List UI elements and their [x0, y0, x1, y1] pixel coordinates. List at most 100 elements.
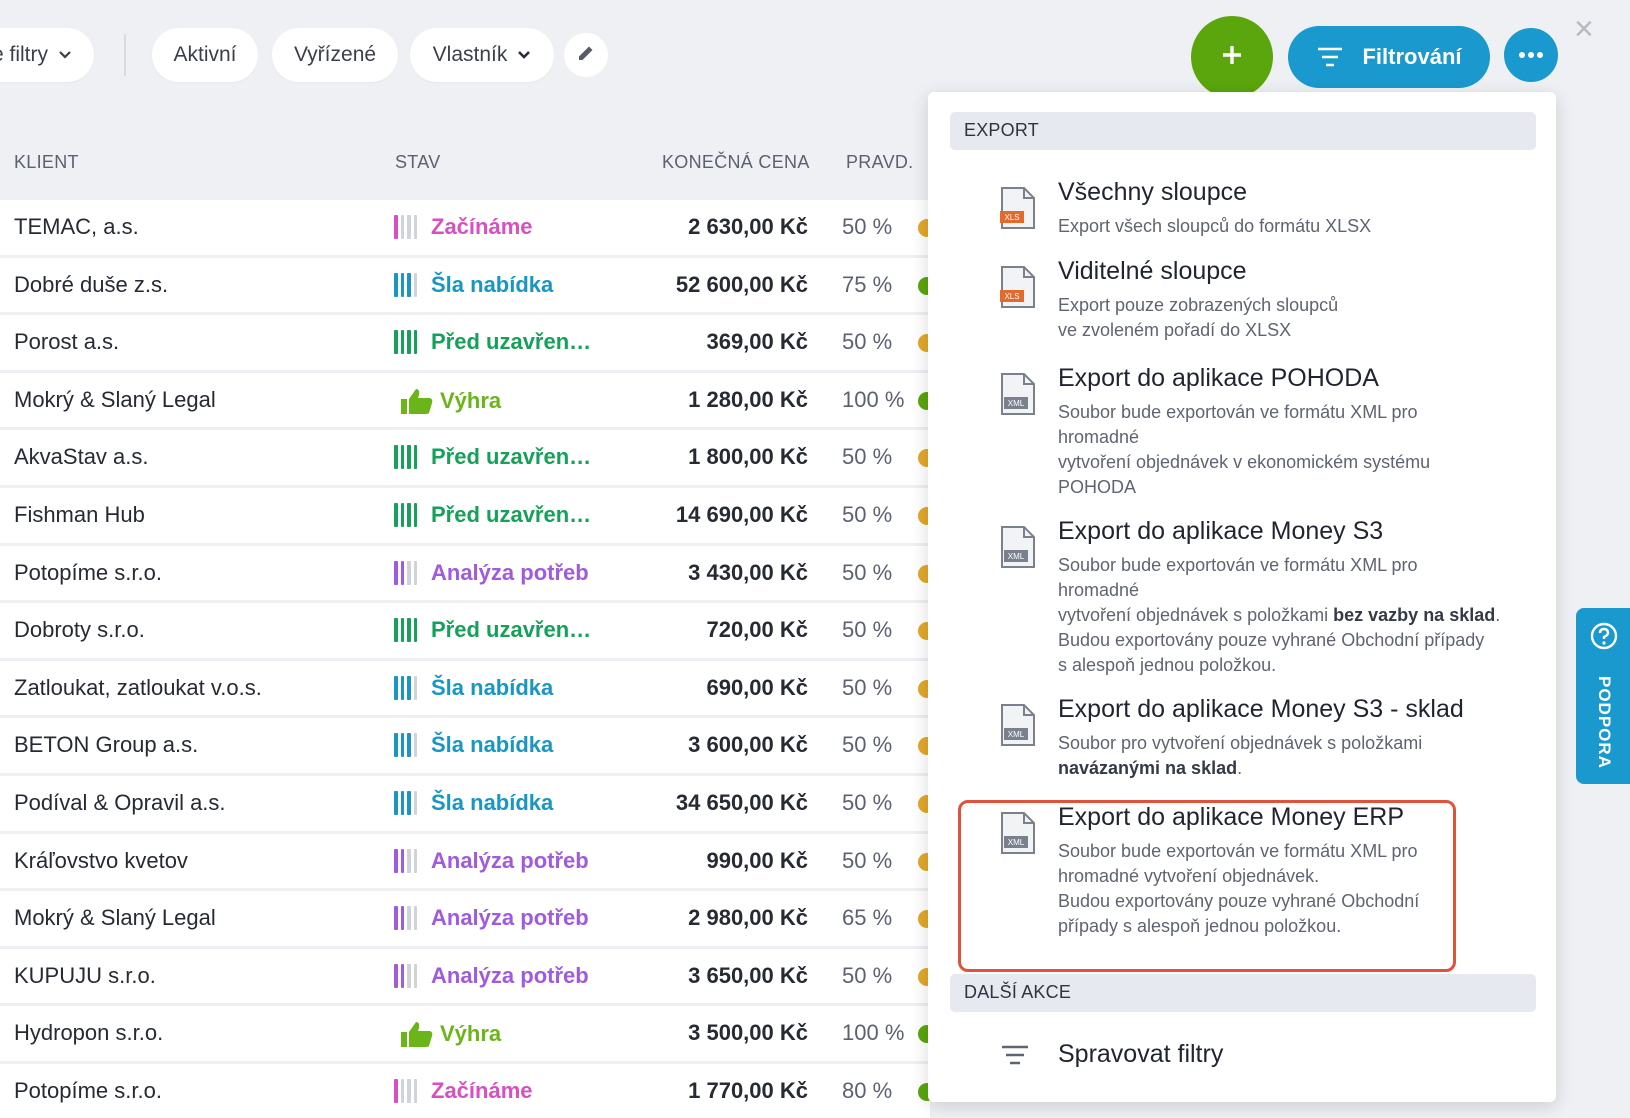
description-bold: navázanými na sklad	[1058, 758, 1238, 778]
probability: 75 %	[842, 271, 893, 297]
column-client[interactable]: KLIENT	[14, 152, 79, 173]
filtering-button[interactable]: Filtrování	[1288, 26, 1490, 88]
saved-filters-dropdown[interactable]: e filtry	[0, 28, 94, 82]
support-tab[interactable]: PODPORA	[1576, 608, 1630, 784]
client-name: Dobroty s.r.o.	[14, 617, 145, 643]
final-price: 720,00 Kč	[706, 617, 808, 643]
description-line: ve zvoleném pořadí do XLSX	[1058, 320, 1292, 340]
stage-progress-icon	[394, 848, 417, 873]
stage-progress-icon	[394, 445, 417, 470]
menu-item-export-money-s3[interactable]: XML Export do aplikace Money S3 Soubor b…	[950, 517, 1536, 683]
menu-item-export-pohoda[interactable]: XML Export do aplikace POHODA Soubor bud…	[950, 364, 1536, 504]
pencil-icon	[576, 43, 596, 68]
stage-cell: Analýza potřeb	[394, 848, 589, 874]
stage-progress-icon	[394, 272, 417, 297]
filter-active-button[interactable]: Aktivní	[152, 28, 258, 82]
probability: 50 %	[842, 962, 893, 988]
stage-progress-icon	[394, 618, 417, 643]
probability: 50 %	[842, 559, 893, 585]
description-line: Export pouze zobrazených sloupců	[1058, 295, 1339, 315]
filter-lines-icon	[1316, 46, 1344, 68]
thumbs-up-icon	[401, 1022, 433, 1048]
description-bold: bez vazby na sklad	[1333, 605, 1496, 625]
table-row[interactable]: KUPUJU s.r.o. Analýza potřeb 3 650,00 Kč 50…	[0, 948, 936, 1007]
probability: 100 %	[842, 1020, 905, 1046]
filter-resolved-button[interactable]: Vyřízené	[272, 28, 398, 82]
thumbs-up-icon	[401, 388, 433, 414]
close-icon[interactable]: ×	[1574, 10, 1594, 49]
stage-cell: Před uzavřen…	[394, 329, 591, 355]
probability: 50 %	[842, 501, 893, 527]
client-name: KUPUJU s.r.o.	[14, 962, 156, 988]
client-name: Podíval & Opravil a.s.	[14, 789, 226, 815]
final-price: 990,00 Kč	[706, 847, 808, 873]
client-name: TEMAC, a.s.	[14, 214, 139, 239]
description-line: Budou exportovány pouze vyhrané Obchodní…	[1058, 630, 1485, 650]
column-stage[interactable]: STAV	[395, 152, 441, 173]
svg-text:XML: XML	[1008, 399, 1025, 408]
table-row[interactable]: TEMAC, a.s. Začínáme 2 630,00 Kč 50 %	[0, 200, 936, 258]
table-row[interactable]: BETON Group a.s. Šla nabídka 3 600,00 Kč 50…	[0, 718, 936, 776]
table-row[interactable]: Hydropon s.r.o. Výhra 3 500,00 Kč 100 %	[0, 1006, 936, 1064]
owner-dropdown[interactable]: Vlastník	[410, 28, 554, 82]
column-final-price[interactable]: KONEČNÁ CENA	[662, 152, 810, 173]
final-price: 369,00 Kč	[706, 329, 808, 355]
table-row[interactable]: Mokrý & Slaný Legal Výhra 1 280,00 Kč 100 %	[0, 372, 936, 431]
stage-progress-icon	[394, 215, 417, 239]
filter-active-label: Aktivní	[173, 43, 237, 66]
add-button[interactable]	[1191, 16, 1273, 98]
stage-cell: Analýza potřeb	[394, 560, 589, 586]
stage-cell: Analýza potřeb	[394, 905, 589, 931]
stage-progress-icon	[394, 790, 417, 815]
client-name: Fishman Hub	[14, 501, 145, 527]
client-name: Potopíme s.r.o.	[14, 559, 162, 585]
divider	[124, 34, 126, 76]
more-actions-button[interactable]	[1504, 28, 1558, 82]
filter-resolved-label: Vyřízené	[293, 43, 377, 66]
table-row[interactable]: Dobré duše z.s. Šla nabídka 52 600,00 Kč 75…	[0, 257, 936, 316]
menu-item-title: Export do aplikace Money S3	[1058, 517, 1384, 545]
final-price: 3 500,00 Kč	[688, 1020, 808, 1046]
table-row[interactable]: Porost a.s. Před uzavřen… 369,00 Kč 50 %	[0, 315, 936, 373]
stage-label: Výhra	[440, 1021, 502, 1047]
menu-item-title: Export do aplikace Money S3 - sklad	[1058, 695, 1464, 723]
table-row[interactable]: Dobroty s.r.o. Před uzavřen… 720,00 Kč 50 %	[0, 603, 936, 661]
probability: 50 %	[842, 329, 893, 355]
menu-item-export-money-s3-stock[interactable]: XML Export do aplikace Money S3 - sklad …	[950, 695, 1536, 789]
more-dots-icon	[1518, 46, 1544, 64]
table-row[interactable]: Mokrý & Slaný Legal Analýza potřeb 2 980,0…	[0, 891, 936, 949]
stage-cell: Výhra	[394, 387, 501, 415]
chevron-down-icon	[58, 47, 72, 64]
stage-label: Začínáme	[431, 1077, 533, 1103]
description-text: .	[1495, 605, 1501, 625]
table-row[interactable]: Zatloukat, zatloukat v.o.s. Šla nabídka 69…	[0, 660, 936, 719]
client-name: Mokrý & Slaný Legal	[14, 905, 216, 931]
menu-item-manage-filters[interactable]: Spravovat filtry	[950, 1034, 1536, 1084]
table-row[interactable]: AkvaStav a.s. Před uzavřen… 1 800,00 Kč 50 …	[0, 430, 936, 488]
table-row[interactable]: Podíval & Opravil a.s. Šla nabídka 34 650,…	[0, 775, 936, 834]
xml-file-icon: XML	[1000, 703, 1036, 747]
client-name: Zatloukat, zatloukat v.o.s.	[14, 674, 262, 700]
table-row[interactable]: Fishman Hub Před uzavřen… 14 690,00 Kč 50 %	[0, 487, 936, 546]
final-price: 52 600,00 Kč	[675, 271, 808, 297]
svg-text:XLS: XLS	[1004, 213, 1019, 222]
svg-text:XLS: XLS	[1004, 292, 1019, 301]
menu-item-description: Soubor bude exportován ve formátu XML pr…	[1058, 400, 1548, 500]
menu-item-description: Soubor pro vytvoření objednávek s položk…	[1058, 731, 1548, 781]
menu-item-export-all-columns[interactable]: XLS Všechny sloupce Export všech sloupců…	[950, 178, 1536, 248]
menu-item-export-visible-columns[interactable]: XLS Viditelné sloupce Export pouze zobra…	[950, 257, 1536, 351]
table-row[interactable]: Kráľovstvo kvetov Analýza potřeb 990,00 Kč…	[0, 833, 936, 892]
client-name: Hydropon s.r.o.	[14, 1020, 164, 1046]
stage-cell: Před uzavřen…	[394, 444, 591, 470]
table-row[interactable]: Potopíme s.r.o. Analýza potřeb 3 430,00 Kč…	[0, 545, 936, 604]
stage-cell: Analýza potřeb	[394, 963, 589, 989]
final-price: 1 770,00 Kč	[688, 1077, 808, 1103]
column-probability[interactable]: PRAVD.	[846, 152, 913, 173]
stage-progress-icon	[394, 330, 417, 355]
final-price: 3 650,00 Kč	[688, 962, 808, 988]
final-price: 3 600,00 Kč	[688, 732, 808, 758]
table-row[interactable]: Potopíme s.r.o. Začínáme 1 770,00 Kč 80 %	[0, 1063, 936, 1118]
stage-cell: Šla nabídka	[394, 272, 553, 298]
stage-cell: Výhra	[394, 1020, 501, 1048]
edit-filters-button[interactable]	[564, 33, 608, 77]
